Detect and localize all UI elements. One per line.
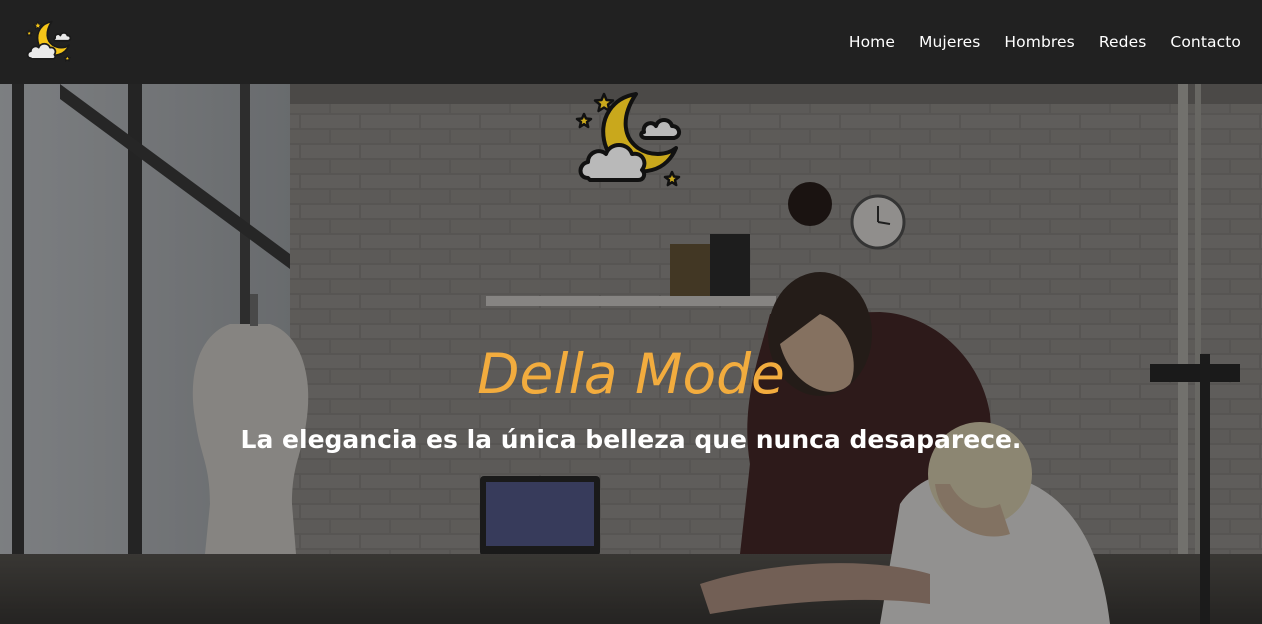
main-nav: Home Mujeres Hombres Redes Contacto bbox=[825, 33, 1241, 51]
nav-link-mujeres[interactable]: Mujeres bbox=[919, 33, 980, 51]
hero-title: Della Mode bbox=[477, 342, 785, 406]
nav-link-redes[interactable]: Redes bbox=[1099, 33, 1147, 51]
nav-link-home[interactable]: Home bbox=[849, 33, 895, 51]
hero-section: Della Mode La elegancia es la única bell… bbox=[0, 84, 1262, 624]
moon-cloud-stars-icon bbox=[575, 92, 681, 187]
nav-link-contacto[interactable]: Contacto bbox=[1170, 33, 1241, 51]
moon-cloud-stars-icon[interactable] bbox=[24, 19, 76, 65]
nav-link-hombres[interactable]: Hombres bbox=[1004, 33, 1074, 51]
navbar: Home Mujeres Hombres Redes Contacto bbox=[0, 0, 1262, 84]
hero-subtitle: La elegancia es la única belleza que nun… bbox=[240, 425, 1022, 454]
